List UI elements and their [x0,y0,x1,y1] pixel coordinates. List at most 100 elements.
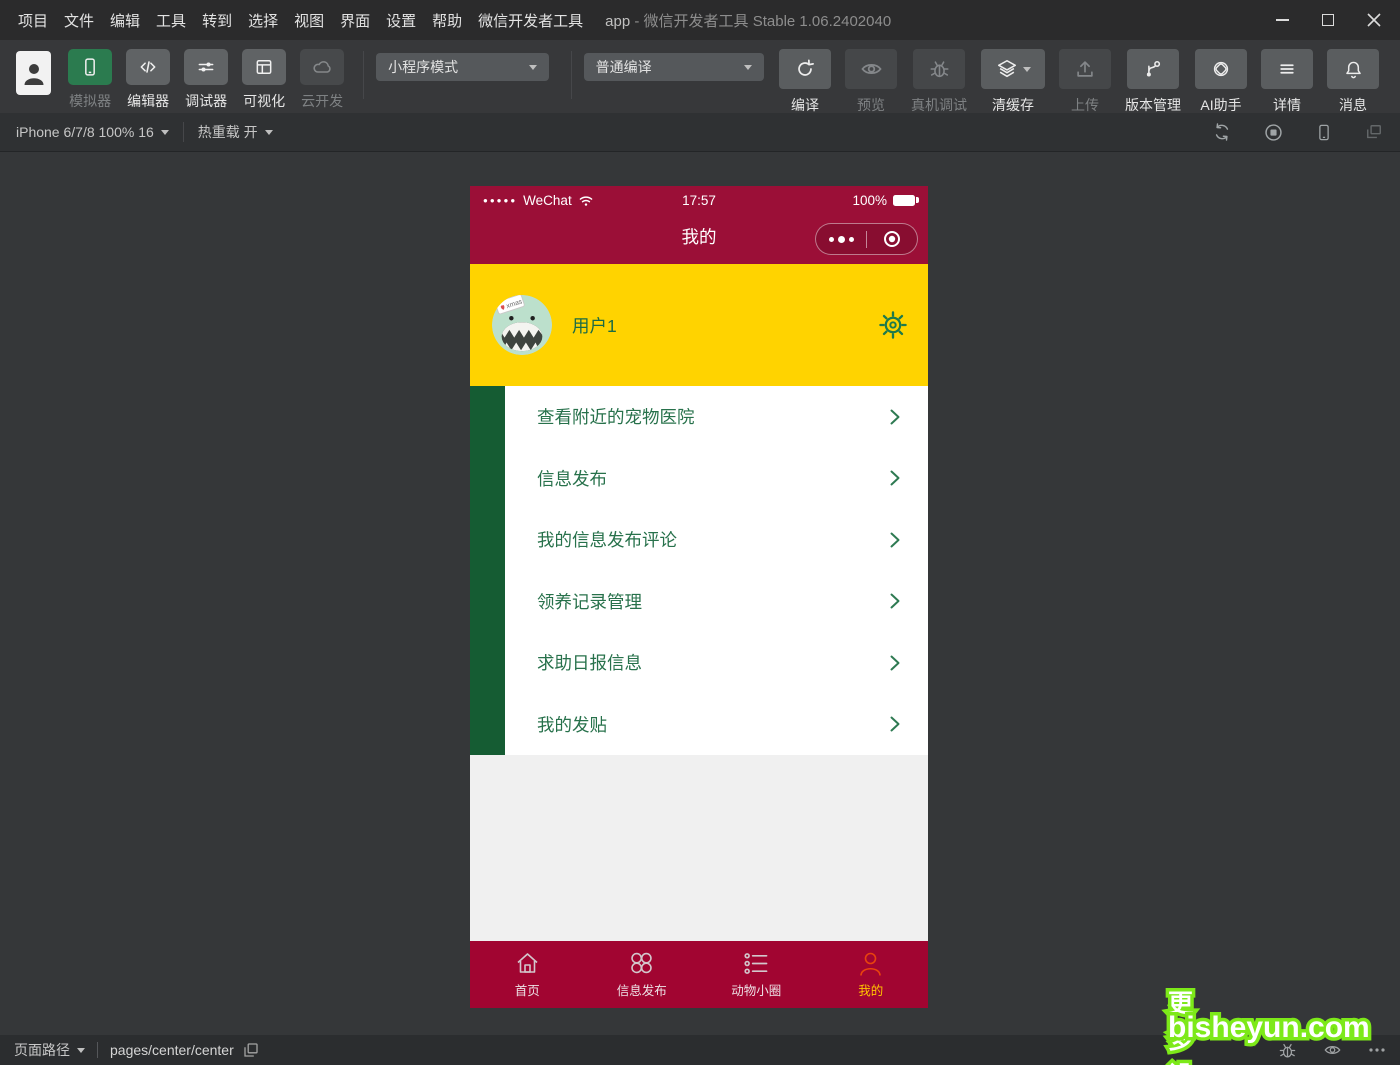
upload-button[interactable]: 上传 [1059,49,1111,115]
window-controls [1274,12,1382,28]
menu-view[interactable]: 视图 [294,10,324,31]
remote-debug-button[interactable]: 真机调试 [911,49,967,115]
mini-program-screen: ●●●●● WeChat 17:57 100% 我的 [470,186,928,1008]
profile-menu: 查看附近的宠物医院 信息发布 我的信息发布评论 领养记录管理 求助日报信息 我的… [470,386,928,755]
copy-icon[interactable] [243,1042,259,1058]
person-icon [857,950,884,976]
tab-home[interactable]: 首页 [470,941,585,1008]
page-path-selector[interactable]: 页面路径 [14,1040,85,1060]
eye-icon[interactable] [1323,1042,1342,1058]
settings-gear-icon[interactable] [879,311,907,339]
chevron-right-icon [887,654,903,672]
compile-mode-dropdown[interactable]: 普通编译 [584,53,764,81]
chevron-down-icon [529,65,537,70]
minimize-icon[interactable] [1274,12,1290,28]
capsule-menu [815,223,918,255]
current-page-path: pages/center/center [110,1042,234,1058]
more-options-button[interactable] [816,236,866,243]
preview-button[interactable]: 预览 [845,49,897,115]
toggle-visualizer[interactable]: 可视化 [242,49,286,111]
menu-select[interactable]: 选择 [248,10,278,31]
status-bar-icons [1278,1041,1386,1060]
version-control-button[interactable]: 版本管理 [1125,49,1181,115]
menu-item-my-comments[interactable]: 我的信息发布评论 [505,509,928,571]
phone-tab-bar: 首页 信息发布 动物小圈 我的 [470,941,928,1008]
menu-settings[interactable]: 设置 [386,10,416,31]
git-branch-icon [1127,49,1179,89]
ai-assistant-button[interactable]: AI助手 [1195,49,1247,115]
ai-knot-icon [1195,49,1247,89]
menu-goto[interactable]: 转到 [202,10,232,31]
chevron-down-icon [77,1048,85,1053]
device-bar: iPhone 6/7/8 100% 16 热重载 开 [0,113,1400,152]
menu-devtools[interactable]: 微信开发者工具 [478,10,583,31]
sliders-icon [184,49,228,85]
menu-item-my-posts[interactable]: 我的发贴 [505,694,928,756]
app-version-title: - 微信开发者工具 Stable 1.06.2402040 [634,13,891,30]
menu-item-info-publish[interactable]: 信息发布 [505,448,928,510]
tab-animal-circle[interactable]: 动物小圈 [699,941,814,1008]
wifi-icon [578,194,594,207]
layout-icon [242,49,286,85]
menu-tools[interactable]: 工具 [156,10,186,31]
status-bar-divider [97,1042,98,1058]
hamburger-icon [1261,49,1313,89]
target-icon [882,229,902,249]
user-avatar-button[interactable] [16,51,51,95]
chevron-right-icon [887,408,903,426]
clock-label: 17:57 [682,193,716,208]
multi-window-icon[interactable] [1364,122,1384,142]
list-icon [742,951,770,976]
exit-mini-program-button[interactable] [867,229,917,249]
device-bar-divider [183,122,184,142]
close-icon[interactable] [1366,12,1382,28]
messages-button[interactable]: 消息 [1327,49,1379,115]
menu-project[interactable]: 项目 [18,10,48,31]
phone-device-icon[interactable] [1315,122,1333,143]
chevron-down-icon [161,130,169,135]
person-icon [23,60,45,86]
refresh-icon [779,49,831,89]
toggle-editor[interactable]: 编辑器 [126,49,170,111]
toggle-cloud-dev[interactable]: 云开发 [300,49,344,111]
details-button[interactable]: 详情 [1261,49,1313,115]
battery-percent: 100% [852,193,887,208]
menu-help[interactable]: 帮助 [432,10,462,31]
menu-file[interactable]: 文件 [64,10,94,31]
layers-icon [981,49,1045,89]
toggle-debugger[interactable]: 调试器 [184,49,228,111]
hot-reload-selector[interactable]: 热重载 开 [198,122,273,142]
phone-status-bar: ●●●●● WeChat 17:57 100% [470,186,928,214]
menu-bar: 项目 文件 编辑 工具 转到 选择 视图 界面 设置 帮助 微信开发者工具 [18,10,583,31]
device-selector[interactable]: iPhone 6/7/8 100% 16 [16,124,169,140]
chevron-down-icon [1023,67,1031,72]
user-avatar[interactable]: xmas [491,294,553,356]
clear-cache-button[interactable]: 清缓存 [981,49,1045,115]
upload-icon [1059,49,1111,89]
home-icon [514,950,541,976]
menu-item-adoption-records[interactable]: 领养记录管理 [505,571,928,633]
clover-icon [628,950,655,976]
title-bar: 项目 文件 编辑 工具 转到 选择 视图 界面 设置 帮助 微信开发者工具 ap… [0,0,1400,40]
menu-item-help-daily-info[interactable]: 求助日报信息 [505,632,928,694]
bug-icon[interactable] [1278,1041,1297,1060]
chevron-down-icon [744,65,752,70]
maximize-icon[interactable] [1320,12,1336,28]
dot-icon [838,236,845,243]
menu-interface[interactable]: 界面 [340,10,370,31]
tab-info-publish[interactable]: 信息发布 [585,941,700,1008]
dot-icon [849,237,854,242]
profile-header: xmas 用户1 [470,264,928,386]
toolbar: 模拟器 编辑器 调试器 可视化 云开发 小程序模式 普通编译 [0,40,1400,113]
more-dots-icon[interactable] [1368,1047,1386,1053]
mode-dropdown[interactable]: 小程序模式 [376,53,549,81]
rotate-icon[interactable] [1212,122,1232,142]
stop-record-icon[interactable] [1263,122,1284,143]
compile-button[interactable]: 编译 [779,49,831,115]
bug-icon [913,49,965,89]
toolbar-divider-2 [571,51,572,99]
tab-mine[interactable]: 我的 [814,941,929,1008]
toggle-simulator[interactable]: 模拟器 [68,49,112,111]
menu-edit[interactable]: 编辑 [110,10,140,31]
menu-item-pet-hospitals[interactable]: 查看附近的宠物医院 [505,386,928,448]
